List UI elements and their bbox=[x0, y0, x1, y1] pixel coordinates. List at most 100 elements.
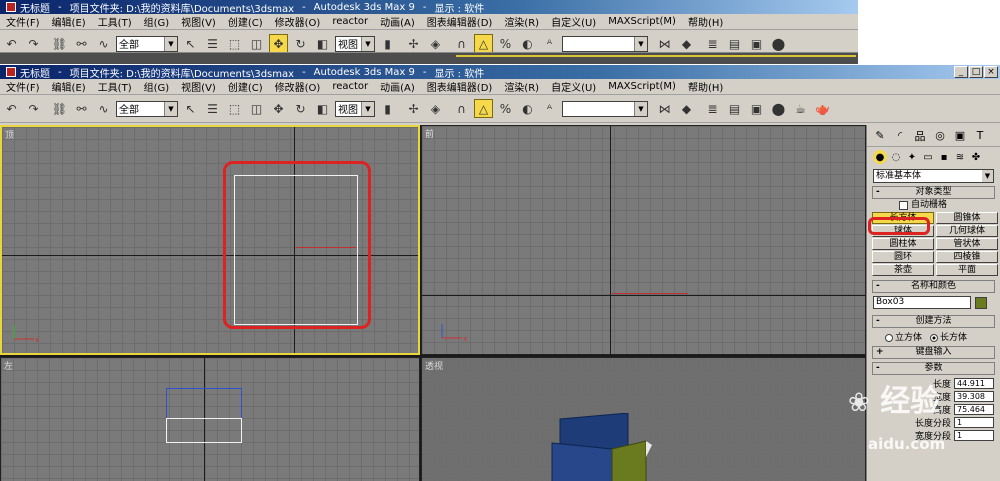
mirror-icon[interactable]: ⋈ bbox=[655, 34, 674, 53]
viewport-perspective[interactable]: 透视 bbox=[421, 357, 866, 481]
viewport-front[interactable]: 前 x bbox=[421, 125, 866, 355]
systems-icon[interactable]: ✤ bbox=[969, 150, 983, 164]
parameters-rollout[interactable]: - 参数 bbox=[872, 362, 995, 375]
menu-tools[interactable]: 工具(T) bbox=[92, 14, 138, 29]
menu-animation[interactable]: 动画(A) bbox=[374, 14, 421, 29]
primitive-category-combo[interactable]: 标准基本体 bbox=[873, 169, 994, 183]
geosphere-button[interactable]: 几何球体 bbox=[936, 225, 998, 237]
menu-graph-editors[interactable]: 图表编辑器(D) bbox=[421, 14, 499, 29]
menu-animation[interactable]: 动画(A) bbox=[374, 79, 421, 94]
select-by-name-icon[interactable]: ☰ bbox=[203, 99, 222, 118]
maximize-button[interactable]: □ bbox=[969, 66, 983, 78]
autogrid-checkbox[interactable] bbox=[899, 200, 908, 210]
menu-customize[interactable]: 自定义(U) bbox=[545, 79, 602, 94]
menu-reactor[interactable]: reactor bbox=[326, 81, 374, 92]
menu-rendering[interactable]: 渲染(R) bbox=[498, 14, 545, 29]
menu-views[interactable]: 视图(V) bbox=[175, 79, 222, 94]
menu-help[interactable]: 帮助(H) bbox=[682, 14, 729, 29]
box-radio-option[interactable]: 长方体 bbox=[930, 330, 967, 343]
named-selection-combo[interactable] bbox=[562, 100, 648, 117]
menu-create[interactable]: 创建(C) bbox=[222, 79, 269, 94]
named-selection-combo[interactable] bbox=[562, 35, 648, 52]
menu-edit[interactable]: 编辑(E) bbox=[46, 79, 92, 94]
viewport-left[interactable]: 左 bbox=[0, 357, 420, 481]
move-icon[interactable]: ✥ bbox=[269, 34, 288, 53]
align-icon[interactable]: ◆ bbox=[677, 99, 696, 118]
align-icon[interactable]: ◆ bbox=[677, 34, 696, 53]
selection-filter-combo[interactable]: 全部 bbox=[116, 100, 178, 117]
snap-3d-icon[interactable]: ∩ bbox=[452, 34, 471, 53]
param-height-input[interactable]: 75.464 bbox=[954, 404, 994, 415]
cone-button[interactable]: 圆锥体 bbox=[936, 212, 998, 224]
utilities-tab-icon[interactable]: T bbox=[971, 127, 989, 145]
spinner-snap-icon[interactable]: ◐ bbox=[518, 34, 537, 53]
viewport-top-label[interactable]: 顶 bbox=[5, 128, 14, 141]
box-radio[interactable] bbox=[930, 333, 939, 342]
pivot-icon[interactable]: ▮ bbox=[378, 99, 397, 118]
close-button[interactable]: × bbox=[984, 66, 998, 78]
link-icon[interactable]: ⛓ bbox=[50, 99, 69, 118]
menu-customize[interactable]: 自定义(U) bbox=[545, 14, 602, 29]
scale-icon[interactable]: ◧ bbox=[313, 34, 332, 53]
scale-icon[interactable]: ◧ bbox=[313, 99, 332, 118]
name-color-rollout[interactable]: - 名称和颜色 bbox=[872, 280, 995, 293]
torus-button[interactable]: 圆环 bbox=[872, 251, 934, 263]
window-crossing-icon[interactable]: ◫ bbox=[247, 34, 266, 53]
schematic-view-icon[interactable]: ▣ bbox=[747, 34, 766, 53]
render-scene-icon[interactable]: ☕ bbox=[791, 99, 810, 118]
snap-3d-icon[interactable]: ∩ bbox=[452, 99, 471, 118]
keyboard-entry-rollout[interactable]: + 键盘输入 bbox=[872, 346, 995, 359]
bind-space-warp-icon[interactable]: ∿ bbox=[94, 34, 113, 53]
select-by-name-icon[interactable]: ☰ bbox=[203, 34, 222, 53]
param-width-segs-input[interactable]: 1 bbox=[954, 430, 994, 441]
create-tab-icon[interactable]: ✎ bbox=[871, 127, 889, 145]
rotate-icon[interactable]: ↻ bbox=[291, 34, 310, 53]
select-arrow-icon[interactable]: ↖ bbox=[181, 99, 200, 118]
creation-method-rollout[interactable]: - 创建方法 bbox=[872, 315, 995, 328]
shapes-icon[interactable]: ◌ bbox=[889, 150, 903, 164]
param-length-segs-input[interactable]: 1 bbox=[954, 417, 994, 428]
undo-icon[interactable]: ↶ bbox=[2, 34, 21, 53]
plane-button[interactable]: 平面 bbox=[936, 264, 998, 276]
menu-help[interactable]: 帮助(H) bbox=[682, 79, 729, 94]
teapot-button[interactable]: 茶壶 bbox=[872, 264, 934, 276]
menu-reactor[interactable]: reactor bbox=[326, 16, 374, 27]
ref-coord-combo[interactable]: 视图 bbox=[335, 35, 375, 52]
back-title-bar[interactable]: 无标题 - 项目文件夹: D:\我的资料库\Documents\3dsmax -… bbox=[0, 0, 858, 15]
bind-space-warp-icon[interactable]: ∿ bbox=[94, 99, 113, 118]
object-name-field[interactable]: Box03 bbox=[873, 296, 971, 309]
param-length-input[interactable]: 44.911 bbox=[954, 378, 994, 389]
param-width-input[interactable]: 39.308 bbox=[954, 391, 994, 402]
keyboard-shortcut-icon[interactable]: ◈ bbox=[426, 99, 445, 118]
mirror-icon[interactable]: ⋈ bbox=[655, 99, 674, 118]
menu-modifiers[interactable]: 修改器(O) bbox=[269, 14, 327, 29]
viewport-front-label[interactable]: 前 bbox=[425, 127, 434, 140]
box-object-front-view[interactable] bbox=[612, 293, 688, 294]
space-warps-icon[interactable]: ≋ bbox=[953, 150, 967, 164]
layer-manager-icon[interactable]: ≣ bbox=[703, 34, 722, 53]
menu-tools[interactable]: 工具(T) bbox=[92, 79, 138, 94]
cube-radio[interactable] bbox=[885, 333, 893, 342]
redo-icon[interactable]: ↷ bbox=[24, 34, 43, 53]
front-title-bar[interactable]: 无标题 - 项目文件夹: D:\我的资料库\Documents\3dsmax -… bbox=[0, 65, 1000, 80]
menu-views[interactable]: 视图(V) bbox=[175, 14, 222, 29]
box-object-left-view-upper[interactable] bbox=[166, 388, 242, 418]
unlink-icon[interactable]: ⚯ bbox=[72, 34, 91, 53]
viewport-perspective-label[interactable]: 透视 bbox=[425, 359, 443, 372]
percent-snap-icon[interactable]: % bbox=[496, 34, 515, 53]
material-editor-icon[interactable]: ⬤ bbox=[769, 99, 788, 118]
lights-icon[interactable]: ✦ bbox=[905, 150, 919, 164]
layer-manager-icon[interactable]: ≣ bbox=[703, 99, 722, 118]
manipulate-icon[interactable]: ✢ bbox=[404, 99, 423, 118]
percent-snap-icon[interactable]: % bbox=[496, 99, 515, 118]
viewport-left-label[interactable]: 左 bbox=[4, 359, 13, 372]
menu-rendering[interactable]: 渲染(R) bbox=[498, 79, 545, 94]
box-object-perspective-view[interactable] bbox=[542, 413, 702, 481]
object-type-rollout[interactable]: - 对象类型 bbox=[872, 186, 995, 199]
tube-button[interactable]: 管状体 bbox=[936, 238, 998, 250]
menu-group[interactable]: 组(G) bbox=[138, 79, 176, 94]
menu-edit[interactable]: 编辑(E) bbox=[46, 14, 92, 29]
motion-tab-icon[interactable]: ◎ bbox=[931, 127, 949, 145]
menu-maxscript[interactable]: MAXScript(M) bbox=[602, 16, 682, 27]
object-color-swatch[interactable] bbox=[975, 296, 987, 309]
